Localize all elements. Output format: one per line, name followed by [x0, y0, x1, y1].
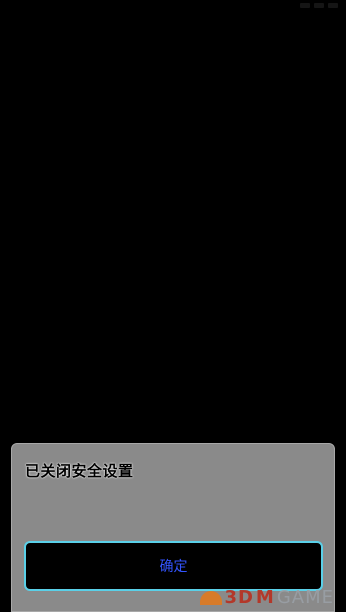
battery-icon: [328, 3, 338, 8]
confirm-button[interactable]: 确定: [24, 541, 323, 591]
alert-dialog: 已关闭安全设置 确定: [11, 443, 335, 612]
status-icons: [300, 3, 338, 8]
status-bar: [0, 0, 346, 14]
dialog-message: 已关闭安全设置: [25, 462, 134, 480]
screen: 已关闭安全设置 确定 3D M GAME: [0, 0, 346, 612]
signal-icon: [300, 3, 310, 8]
wifi-icon: [314, 3, 324, 8]
